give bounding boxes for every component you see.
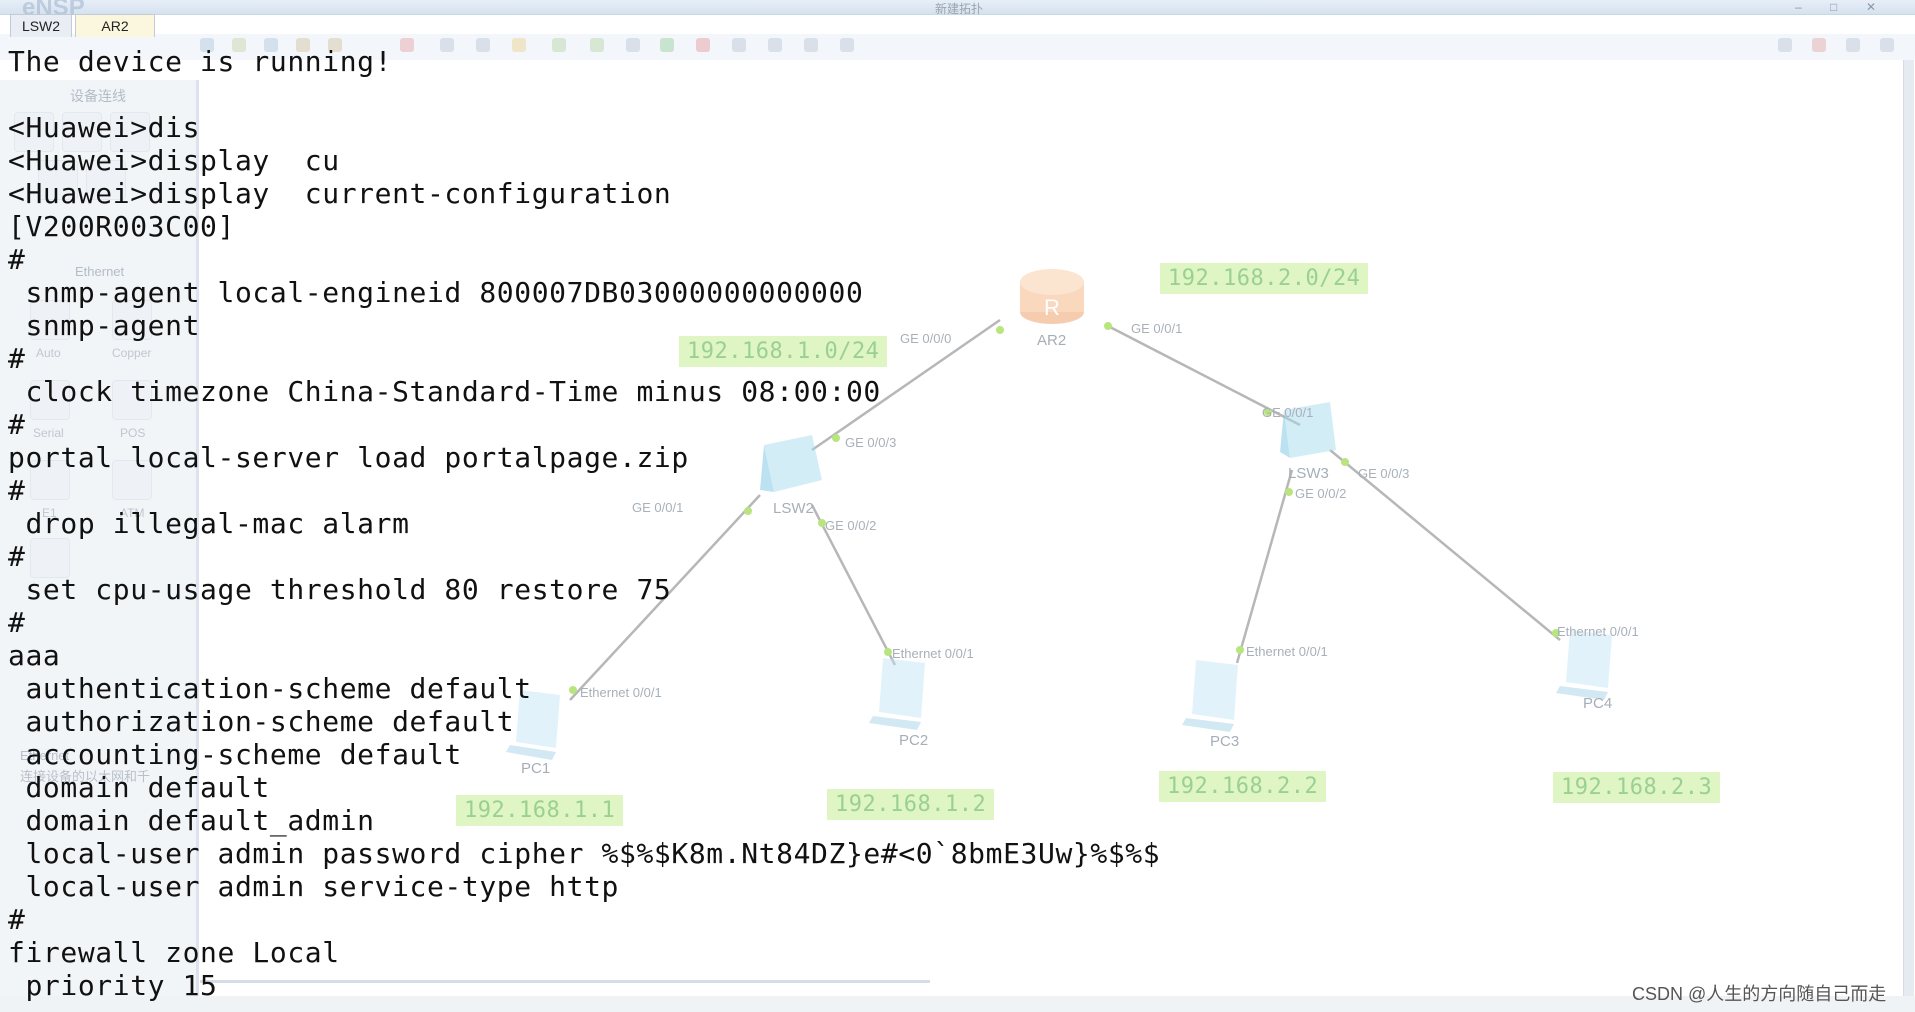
port-label: Ethernet 0/0/1 [1246,644,1328,659]
link-lsw3-pc3[interactable] [1235,469,1294,664]
console-line: aaa [8,639,61,672]
console-line: accounting-scheme default [8,738,462,771]
console-line: domain default_admin [8,804,375,837]
console-line: # [8,243,26,276]
tab-lsw2[interactable]: LSW2 [10,14,72,37]
console-line: local-user admin password cipher %$%$K8m… [8,837,1161,870]
console-line: local-user admin service-type http [8,870,620,903]
console-line: authorization-scheme default [8,705,515,738]
pc-icon[interactable] [1182,660,1238,732]
port-label: GE 0/0/3 [1358,466,1410,481]
console-line: set cpu-usage threshold 80 restore 75 [8,573,672,606]
console-line: # [8,606,26,639]
console-line: [V200R003C00] [8,210,235,243]
console-line: firewall zone Local [8,936,340,969]
ip-label: 192.168.2.2 [1159,771,1327,802]
port-indicator [1341,458,1349,466]
tab-ar2[interactable]: AR2 [75,14,155,37]
ip-label: 192.168.2.3 [1553,772,1721,803]
watermark: CSDN @人生的方向随自己而走 [1632,984,1887,1004]
device-name-pc4: PC4 [1583,695,1613,712]
console-line: clock timezone China-Standard-Time minus… [8,375,881,408]
console-line: # [8,903,26,936]
device-name-pc3: PC3 [1210,733,1240,750]
console-line: drop illegal-mac alarm [8,507,410,540]
console-line: <Huawei>display current-configuration [8,177,672,210]
console-line: portal local-server load portalpage.zip [8,441,689,474]
port-label: GE 0/0/1 [1262,405,1314,420]
pc-icon[interactable] [1556,630,1612,700]
console-line: The device is running! [8,45,393,78]
console-line: <Huawei>dis [8,111,201,144]
port-indicator [1285,488,1293,496]
device-name-lsw3: LSW3 [1288,465,1329,482]
console-line: # [8,342,26,375]
console-line: <Huawei>display cu [8,144,340,177]
console-line: authentication-scheme default [8,672,532,705]
port-label: GE 0/0/2 [1295,486,1347,501]
port-indicator [1236,646,1244,654]
console-line: # [8,408,26,441]
console-line: snmp-agent local-engineid 800007DB030000… [8,276,864,309]
network-label: 192.168.2.0/24 [1160,263,1369,294]
console-line: snmp-agent [8,309,201,342]
console-line: domain default [8,771,270,804]
console-line: # [8,540,26,573]
console-line: priority 15 [8,969,218,1002]
console-line: # [8,474,26,507]
console-output[interactable]: The device is running! <Huawei>dis <Huawe… [8,45,1160,1002]
port-label: Ethernet 0/0/1 [1557,624,1639,639]
